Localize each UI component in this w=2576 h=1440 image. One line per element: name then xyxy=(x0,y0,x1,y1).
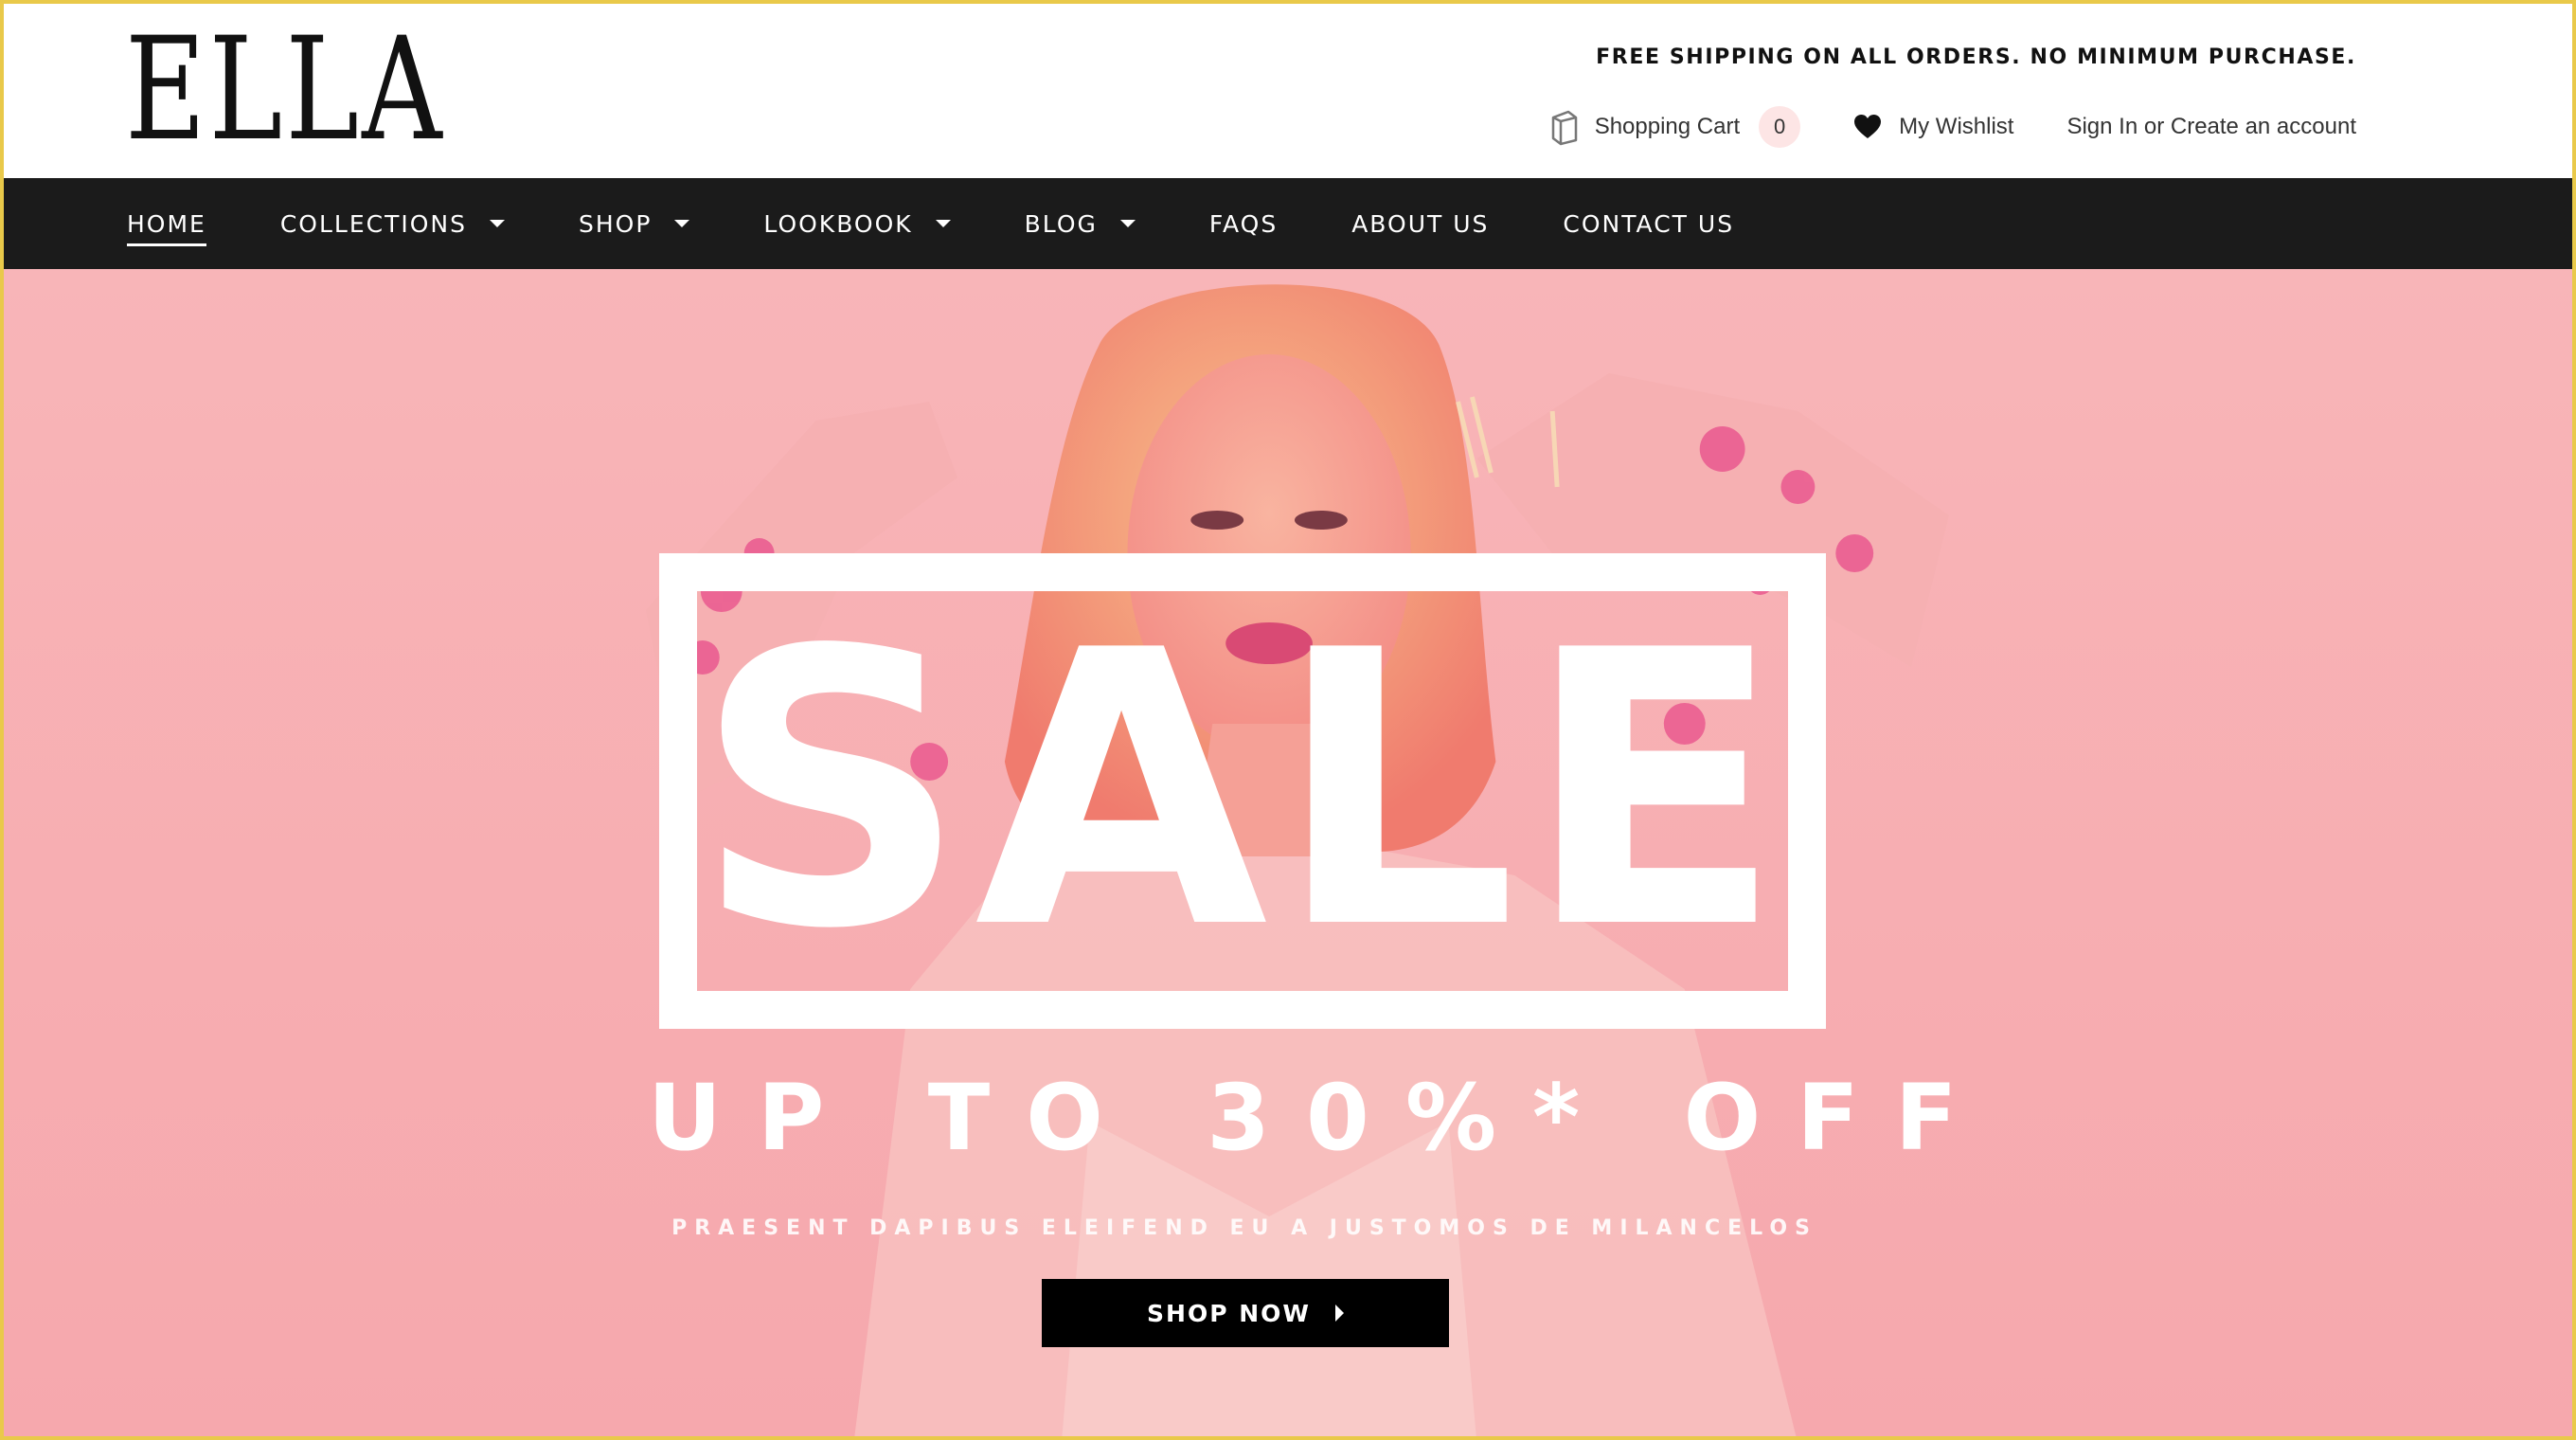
heart-icon xyxy=(1854,115,1882,138)
header-utilities: Shopping Cart 0 My Wishlist Sign In or C… xyxy=(1547,106,2356,148)
shopping-cart-label: Shopping Cart xyxy=(1594,114,1741,139)
caret-down-icon xyxy=(935,220,951,227)
sale-headline: SALE xyxy=(694,571,1791,1012)
nav-label: CONTACT US xyxy=(1563,209,1735,238)
nav-item-blog[interactable]: BLOG xyxy=(1025,178,1136,269)
nav-label: LOOKBOOK xyxy=(763,209,913,238)
caret-down-icon xyxy=(674,220,690,227)
sign-in-link[interactable]: Sign In or Create an account xyxy=(2066,114,2356,140)
site-header: ELLA FREE SHIPPING ON ALL ORDERS. NO MIN… xyxy=(4,4,2572,174)
discount-text: UP TO 30%* OFF xyxy=(648,1065,1994,1171)
hero-banner: SALE UP TO 30%* OFF PRAESENT DAPIBUS ELE… xyxy=(4,269,2572,1436)
nav-label: COLLECTIONS xyxy=(279,209,467,238)
hero-tagline: PRAESENT DAPIBUS ELEIFEND EU A JUSTOMOS … xyxy=(671,1216,1817,1240)
shop-now-button[interactable]: SHOP NOW xyxy=(1042,1279,1449,1347)
nav-label: SHOP xyxy=(578,209,653,238)
nav-item-lookbook[interactable]: LOOKBOOK xyxy=(763,178,951,269)
shopping-cart-link[interactable]: Shopping Cart 0 xyxy=(1547,106,1801,148)
page-frame: ELLA FREE SHIPPING ON ALL ORDERS. NO MIN… xyxy=(0,0,2576,1440)
nav-item-shop[interactable]: SHOP xyxy=(578,178,690,269)
main-navigation: HOME COLLECTIONS SHOP LOOKBOOK BLOG FAQS… xyxy=(4,178,2572,269)
nav-item-faqs[interactable]: FAQS xyxy=(1209,178,1278,269)
promo-banner: FREE SHIPPING ON ALL ORDERS. NO MINIMUM … xyxy=(1596,45,2356,69)
shopping-bag-icon xyxy=(1551,110,1577,146)
nav-label: BLOG xyxy=(1024,209,1098,238)
wishlist-link[interactable]: My Wishlist xyxy=(1800,114,2013,140)
caret-down-icon xyxy=(1119,220,1136,227)
nav-item-home[interactable]: HOME xyxy=(127,178,206,269)
nav-label: FAQS xyxy=(1208,209,1279,238)
nav-item-contact-us[interactable]: CONTACT US xyxy=(1563,178,1734,269)
nav-label: HOME xyxy=(127,209,206,238)
nav-label: ABOUT US xyxy=(1351,209,1490,238)
cart-count-badge: 0 xyxy=(1759,106,1801,148)
nav-item-about-us[interactable]: ABOUT US xyxy=(1351,178,1489,269)
shop-now-label: SHOP NOW xyxy=(1147,1299,1311,1327)
wishlist-label: My Wishlist xyxy=(1899,114,2014,139)
caret-down-icon xyxy=(489,220,505,227)
chevron-right-icon xyxy=(1334,1305,1344,1322)
brand-logo[interactable]: ELLA xyxy=(125,19,445,161)
nav-item-collections[interactable]: COLLECTIONS xyxy=(280,178,505,269)
